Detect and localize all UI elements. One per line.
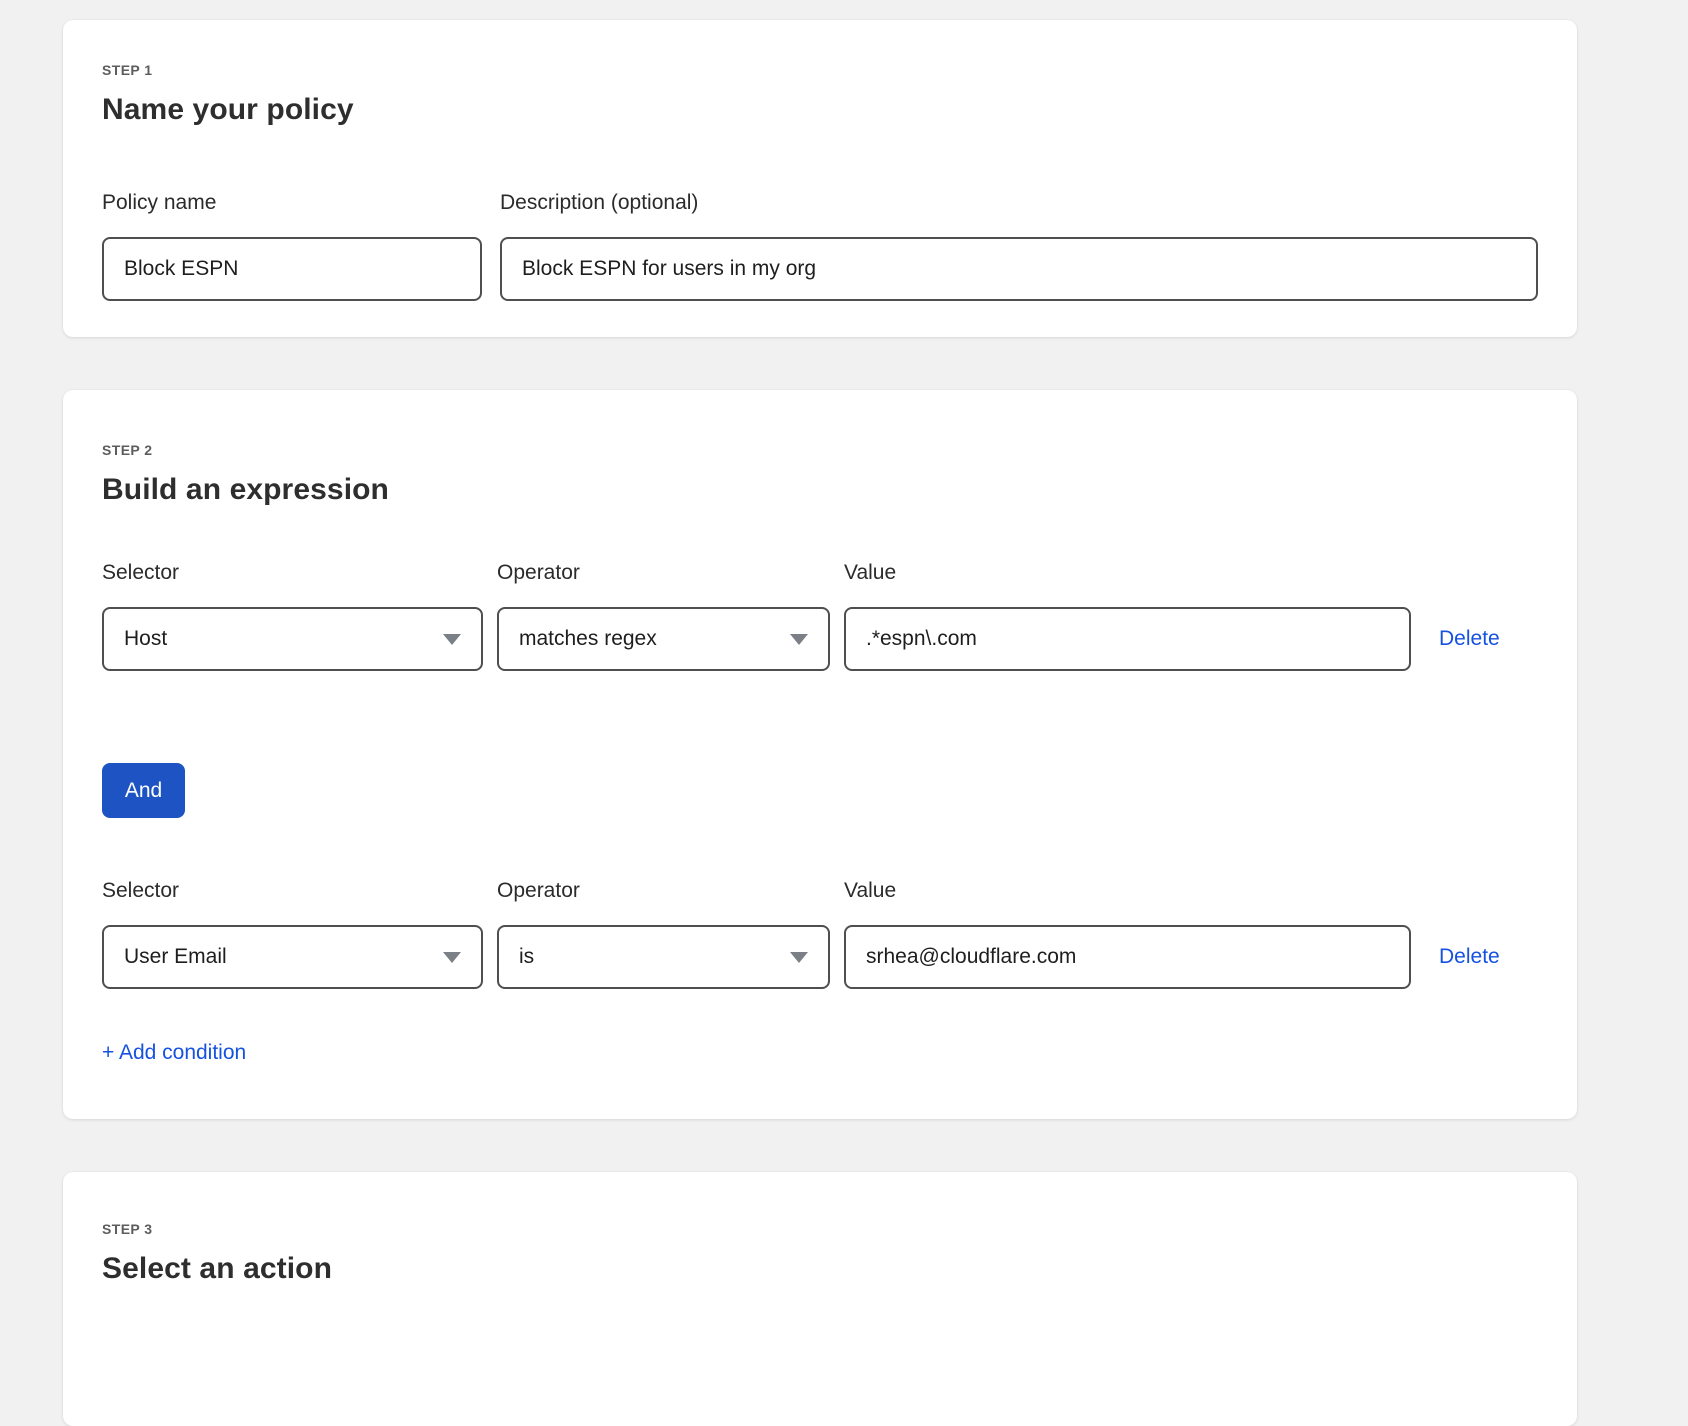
condition-row: Selector User Email Operator is Value De…: [102, 879, 1538, 989]
selector-field: Selector User Email: [102, 879, 483, 989]
chevron-down-icon: [443, 634, 461, 645]
delete-condition-link[interactable]: Delete: [1439, 627, 1500, 651]
condition-row: Selector Host Operator matches regex Val…: [102, 561, 1538, 671]
selector-dropdown-value: Host: [124, 627, 167, 651]
operator-dropdown[interactable]: is: [497, 925, 830, 989]
step2-title: Build an expression: [102, 472, 1538, 507]
operator-dropdown-value: matches regex: [519, 627, 657, 651]
operator-dropdown[interactable]: matches regex: [497, 607, 830, 671]
and-button[interactable]: And: [102, 763, 185, 818]
step1-card: STEP 1 Name your policy Policy name Desc…: [63, 20, 1577, 337]
policy-name-label: Policy name: [102, 191, 482, 215]
description-label: Description (optional): [500, 191, 1538, 215]
delete-condition-link[interactable]: Delete: [1439, 945, 1500, 969]
delete-cell: Delete: [1439, 925, 1500, 989]
step1-title: Name your policy: [102, 92, 1538, 127]
policy-name-field: Policy name: [102, 191, 482, 301]
step1-label: STEP 1: [102, 62, 1538, 78]
description-field: Description (optional): [500, 191, 1538, 301]
selector-label: Selector: [102, 561, 483, 585]
operator-dropdown-value: is: [519, 945, 534, 969]
value-label: Value: [844, 879, 1411, 903]
value-field: Value: [844, 879, 1411, 989]
selector-label: Selector: [102, 879, 483, 903]
step2-card: STEP 2 Build an expression Selector Host…: [63, 390, 1577, 1119]
selector-dropdown[interactable]: User Email: [102, 925, 483, 989]
description-input[interactable]: [500, 237, 1538, 301]
step3-card: STEP 3 Select an action: [63, 1172, 1577, 1426]
value-field: Value: [844, 561, 1411, 671]
condition-value-input[interactable]: [844, 607, 1411, 671]
condition-value-input[interactable]: [844, 925, 1411, 989]
add-condition-row: + Add condition: [102, 1041, 1538, 1067]
policy-name-input[interactable]: [102, 237, 482, 301]
operator-label: Operator: [497, 879, 830, 903]
policy-builder-page: STEP 1 Name your policy Policy name Desc…: [0, 0, 1688, 1426]
chevron-down-icon: [790, 634, 808, 645]
operator-label: Operator: [497, 561, 830, 585]
delete-cell: Delete: [1439, 607, 1500, 671]
value-label: Value: [844, 561, 1411, 585]
selector-dropdown[interactable]: Host: [102, 607, 483, 671]
step2-label: STEP 2: [102, 442, 1538, 458]
operator-field: Operator matches regex: [497, 561, 830, 671]
selector-dropdown-value: User Email: [124, 945, 227, 969]
step3-label: STEP 3: [102, 1221, 1538, 1237]
chevron-down-icon: [790, 952, 808, 963]
operator-field: Operator is: [497, 879, 830, 989]
step3-title: Select an action: [102, 1251, 1538, 1286]
add-condition-link[interactable]: + Add condition: [102, 1041, 246, 1064]
policy-name-row: Policy name Description (optional): [102, 191, 1538, 301]
chevron-down-icon: [443, 952, 461, 963]
selector-field: Selector Host: [102, 561, 483, 671]
